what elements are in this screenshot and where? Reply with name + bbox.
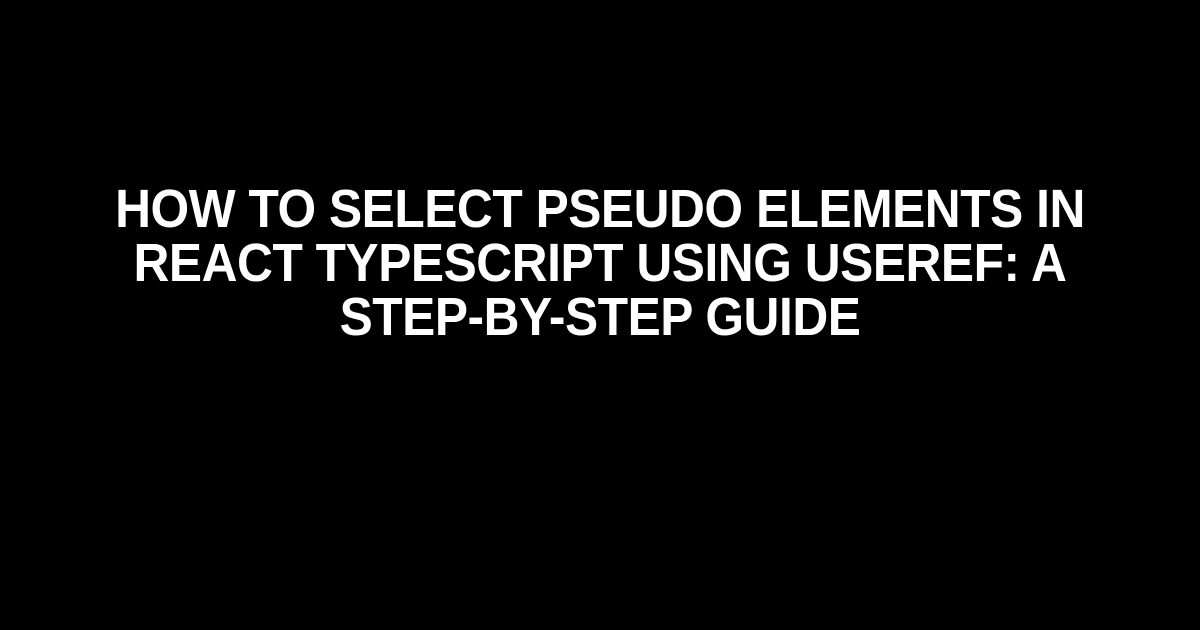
page-title: How to Select Pseudo Elements in React T…	[48, 182, 1152, 344]
